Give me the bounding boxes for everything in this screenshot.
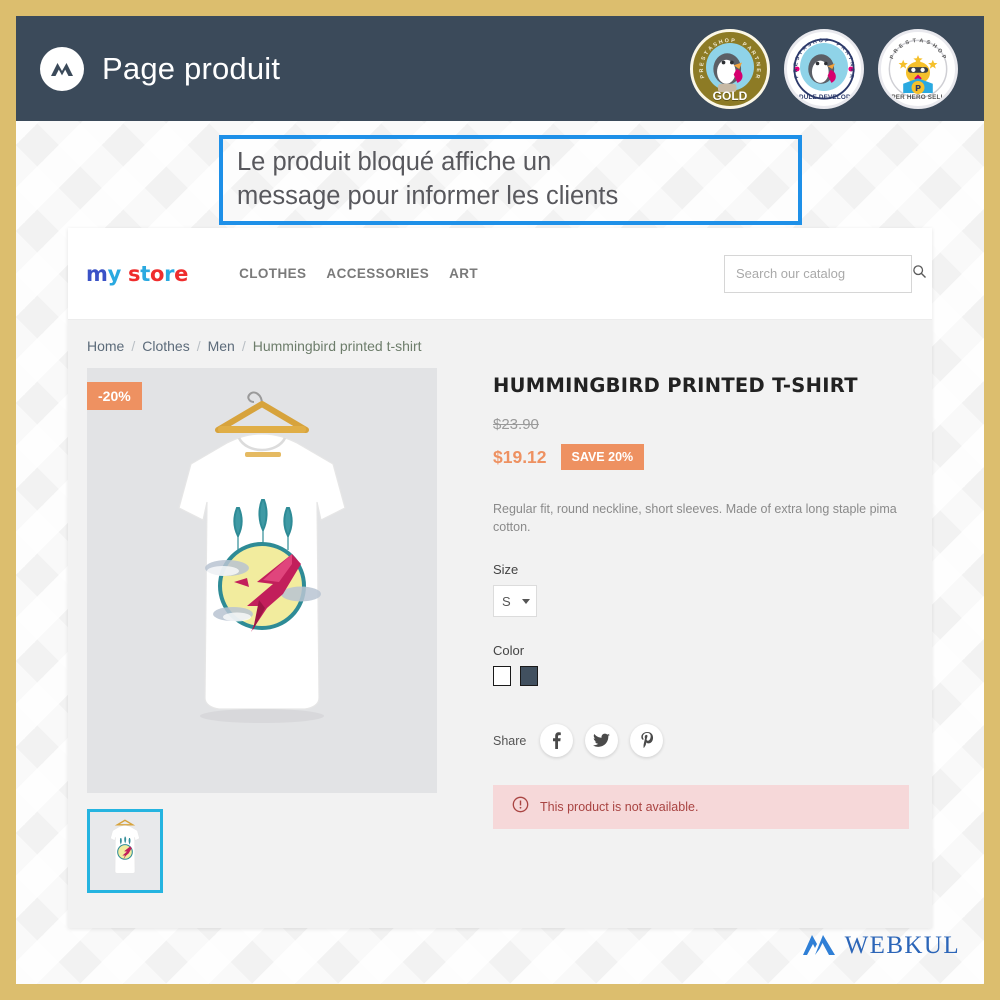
search-input[interactable]: [736, 266, 912, 281]
discount-flag-badge: -20%: [87, 382, 142, 410]
product-detail: -20% HUMMINGBIRD PRINTED T-SHIRT $23.90 …: [68, 354, 932, 893]
size-label: Size: [493, 562, 519, 577]
twitter-icon: [593, 733, 611, 747]
pinterest-icon: [641, 732, 653, 748]
alert-message: This product is not available.: [540, 800, 699, 814]
product-thumbnail-strip: [87, 809, 437, 893]
breadcrumb-item-current: Hummingbird printed t-shirt: [252, 338, 422, 354]
breadcrumb-separator: /: [196, 338, 201, 354]
product-save-badge: SAVE 20%: [560, 444, 645, 470]
tshirt-thumbnail-illustration: [110, 819, 140, 874]
color-swatch-white[interactable]: [493, 666, 511, 686]
product-current-price: $19.12: [493, 446, 547, 467]
breadcrumb-item-home[interactable]: Home: [87, 338, 124, 354]
share-twitter-button[interactable]: [585, 724, 619, 757]
product-info: HUMMINGBIRD PRINTED T-SHIRT $23.90 $19.1…: [437, 368, 932, 893]
product-unavailable-alert: This product is not available.: [493, 785, 909, 829]
nav-accessories[interactable]: ACCESSORIES: [326, 266, 429, 281]
badge-label-gold: GOLD: [712, 88, 748, 103]
badge-label-super-hero-seller: SUPER HERO SELLER: [882, 93, 954, 101]
tshirt-illustration: [178, 391, 346, 723]
share-row: Share: [493, 724, 914, 757]
chevron-down-icon: [522, 598, 530, 604]
webkul-footer-logo: WEBKUL: [802, 929, 960, 962]
color-label: Color: [493, 643, 525, 658]
product-thumbnail-1[interactable]: [87, 809, 163, 893]
color-swatch-group: [493, 666, 914, 686]
size-select[interactable]: S: [493, 585, 537, 617]
storefront-screenshot: my store CLOTHES ACCESSORIES ART Home: [68, 228, 932, 928]
breadcrumb-separator: /: [131, 338, 136, 354]
webkul-wordmark: WEBKUL: [844, 931, 960, 959]
page-title: Page produit: [102, 50, 281, 86]
page-stage: Page produit PRESTASHOP PARTNER GOLD P R…: [16, 16, 984, 984]
prestashop-partner-gold-badge: PRESTASHOP PARTNER GOLD: [690, 28, 770, 109]
product-regular-price: $23.90: [493, 416, 539, 433]
nav-clothes[interactable]: CLOTHES: [239, 266, 306, 281]
callout-line-1: Le produit bloqué affiche un: [237, 148, 552, 176]
store-logo[interactable]: my store: [86, 262, 188, 286]
product-price-row: $19.12 SAVE 20%: [493, 444, 914, 470]
product-short-description: Regular fit, round neckline, short sleev…: [493, 502, 897, 534]
color-swatch-dark[interactable]: [520, 666, 538, 686]
product-gallery: -20%: [87, 368, 437, 893]
callout-line-2: message pour informer les clients: [237, 182, 619, 210]
breadcrumb-separator: /: [241, 338, 246, 354]
product-main-image[interactable]: -20%: [87, 368, 437, 793]
prestashop-super-hero-seller-badge: P PRESTASHOP SUPER HERO SELLER: [878, 28, 958, 109]
facebook-icon: [553, 732, 562, 749]
exclamation-circle-icon: [512, 796, 529, 818]
storefront-main-nav: CLOTHES ACCESSORIES ART: [239, 266, 478, 281]
prestashop-partner-module-developer-badge: PRESTASHOP PARTNER MODULE DEVELOPER: [784, 28, 864, 109]
partner-badges-group: PRESTASHOP PARTNER GOLD PRESTASHOP P A R…: [690, 28, 958, 109]
share-pinterest-button[interactable]: [630, 724, 664, 757]
share-label: Share: [493, 733, 527, 748]
size-select-value: S: [502, 593, 511, 609]
callout-annotation-box: Le produit bloqué affiche un message pou…: [219, 135, 802, 225]
storefront-header: my store CLOTHES ACCESSORIES ART: [68, 228, 932, 320]
share-facebook-button[interactable]: [540, 724, 574, 757]
product-title: HUMMINGBIRD PRINTED T-SHIRT: [493, 374, 858, 397]
breadcrumb-item-men[interactable]: Men: [208, 338, 235, 354]
nav-art[interactable]: ART: [449, 266, 478, 281]
webkul-mountain-logo-icon: [802, 929, 836, 962]
search-icon[interactable]: [912, 264, 927, 284]
badge-label-module-developer: MODULE DEVELOPER: [788, 93, 860, 101]
storefront-body: Home / Clothes / Men / Hummingbird print…: [68, 320, 932, 928]
search-box[interactable]: [724, 254, 926, 293]
breadcrumb-item-clothes[interactable]: Clothes: [142, 338, 189, 354]
app-header-bar: Page produit PRESTASHOP PARTNER GOLD P R…: [16, 16, 984, 121]
breadcrumb: Home / Clothes / Men / Hummingbird print…: [68, 320, 932, 354]
webkul-w-mark-icon: [40, 46, 84, 91]
